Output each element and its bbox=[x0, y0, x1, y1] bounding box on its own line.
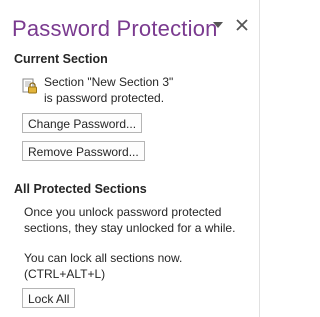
section-status: Section "New Section 3" is password prot… bbox=[22, 74, 184, 106]
pane-title: Password Protection bbox=[12, 16, 218, 41]
remove-password-button[interactable]: Remove Password... bbox=[22, 141, 145, 161]
lock-icon bbox=[22, 78, 38, 94]
password-protection-pane: Password Protection Current Section Sect… bbox=[0, 0, 260, 317]
unlock-info-text: Once you unlock password protected secti… bbox=[24, 205, 236, 235]
current-section-heading: Current Section bbox=[14, 52, 108, 66]
lock-all-hint-text: You can lock all sections now. bbox=[24, 251, 183, 265]
chevron-down-icon[interactable] bbox=[211, 18, 225, 32]
pane-title-controls bbox=[211, 18, 249, 32]
section-status-text: Section "New Section 3" is password prot… bbox=[44, 75, 174, 105]
lock-all-shortcut-text: (CTRL+ALT+L) bbox=[24, 267, 106, 281]
all-protected-sections-heading: All Protected Sections bbox=[14, 182, 147, 196]
change-password-button[interactable]: Change Password... bbox=[22, 113, 143, 133]
close-icon[interactable] bbox=[235, 18, 249, 32]
lock-all-button[interactable]: Lock All bbox=[22, 288, 76, 308]
